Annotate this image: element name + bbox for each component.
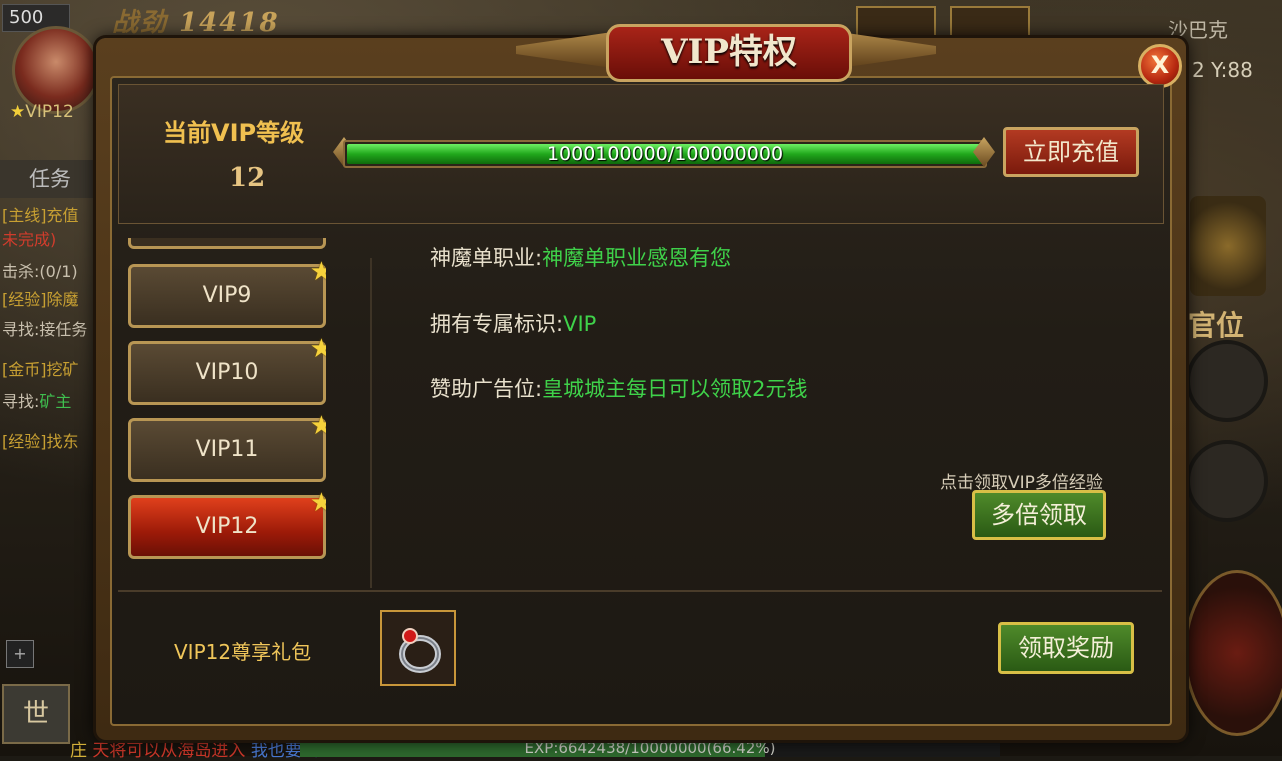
quest-line[interactable]: [经验]找东: [2, 428, 79, 452]
combat-power: 战劲 14418: [112, 2, 280, 39]
chat-text: 天将可以从海岛进入: [92, 741, 246, 761]
vip-item-label: VIP9: [202, 283, 252, 308]
shop-icon[interactable]: [1190, 196, 1266, 296]
skill-slot[interactable]: [1186, 340, 1268, 422]
quest-tag: [金币]: [2, 360, 47, 379]
attack-button[interactable]: [1184, 570, 1282, 736]
quest-text: 充值: [46, 206, 79, 225]
skill-slot[interactable]: [1186, 440, 1268, 522]
vip-item-9[interactable]: VIP9 ★: [128, 259, 326, 328]
vip-badge: ★VIP12: [10, 102, 74, 122]
quest-tag: [经验]: [2, 290, 47, 309]
world-voice-button[interactable]: 世: [2, 684, 70, 744]
quest-line: 未完成): [2, 226, 56, 250]
vip-badge-label: VIP12: [25, 102, 74, 122]
recharge-button[interactable]: 立即充值: [1003, 127, 1139, 177]
vip-progress-text: 1000100000/100000000: [546, 143, 784, 165]
vip-item-partial[interactable]: [128, 238, 326, 249]
quest-tag: 寻找:: [2, 392, 40, 411]
exp-text: EXP:6642438/10000000(66.42%): [524, 739, 776, 757]
vip-item-11[interactable]: VIP11 ★: [128, 413, 326, 482]
gift-pack-label: VIP12尊享礼包: [174, 640, 312, 664]
close-button[interactable]: X: [1138, 44, 1182, 88]
map-coordinates: 2 Y:88: [1192, 58, 1253, 82]
quest-text: 矿主: [39, 392, 72, 411]
quest-text: 挖矿: [46, 360, 79, 379]
vip-level-header: 当前VIP等级 12 1000100000/100000000 立即充值: [118, 84, 1164, 224]
current-vip-label: 当前VIP等级: [163, 119, 305, 147]
vip-level-list[interactable]: VIP9 ★ VIP10 ★ VIP11 ★ VIP12 ★: [126, 238, 326, 588]
quest-text: 找东: [46, 432, 79, 451]
section-divider: [118, 590, 1162, 592]
perk-line: 神魔单职业:神魔单职业感恩有您: [430, 242, 731, 272]
gift-item-slot[interactable]: [380, 610, 456, 686]
star-icon: ★: [309, 488, 326, 518]
perk-line: 拥有专属标识:VIP: [430, 308, 596, 338]
quest-line[interactable]: [经验]除魔: [2, 286, 79, 310]
claim-reward-button[interactable]: 领取奖励: [998, 622, 1134, 674]
perk-value: VIP: [563, 312, 597, 336]
quest-tag: [经验]: [2, 432, 47, 451]
quest-line: 击杀:(0/1): [2, 258, 78, 282]
combat-power-value: 14418: [179, 8, 280, 38]
quest-line[interactable]: [金币]挖矿: [2, 356, 79, 380]
perk-key: 拥有专属标识:: [430, 312, 564, 336]
quest-line[interactable]: 寻找:矿主: [2, 388, 71, 412]
quest-text: 除魔: [46, 290, 79, 309]
expand-chat-button[interactable]: +: [6, 640, 34, 668]
vip-item-10[interactable]: VIP10 ★: [128, 336, 326, 405]
chat-channel: 庄: [70, 741, 87, 761]
star-icon: ★: [309, 411, 326, 441]
perk-key: 赞助广告位:: [430, 377, 543, 401]
vip-item-label: VIP11: [195, 437, 259, 462]
vip-dialog: VIP特权 X 当前VIP等级 12 1000100000/100000000 …: [96, 24, 1186, 740]
quest-text: 未完成): [2, 230, 57, 249]
combat-power-label: 战劲: [112, 8, 169, 38]
quest-text: 击杀:(0/1): [2, 262, 78, 281]
vip-item-label: VIP10: [195, 360, 259, 385]
player-avatar[interactable]: [12, 26, 100, 114]
dialog-title-plate: VIP特权: [516, 24, 936, 86]
official-rank-label[interactable]: 官位: [1188, 304, 1244, 344]
perk-key: 神魔单职业:: [430, 246, 543, 270]
star-icon: ★: [10, 102, 26, 122]
vip-item-label: VIP12: [195, 514, 259, 539]
ring-icon: [399, 628, 441, 673]
vip-item-12[interactable]: VIP12 ★: [128, 490, 326, 559]
perk-value: 神魔单职业感恩有您: [542, 246, 732, 270]
star-icon: ★: [309, 334, 326, 364]
quest-line[interactable]: [主线]充值: [2, 202, 79, 226]
vip-progress-bar: 1000100000/100000000: [343, 140, 987, 168]
quest-tag: [主线]: [2, 206, 47, 225]
dialog-title: VIP特权: [606, 24, 852, 82]
perk-line: 赞助广告位:皇城城主每日可以领取2元钱: [430, 373, 807, 403]
quest-line[interactable]: 寻找:接任务: [2, 316, 87, 340]
task-tab[interactable]: 任务: [0, 160, 100, 198]
perk-value: 皇城城主每日可以领取2元钱: [542, 377, 808, 401]
quest-text: 寻找:接任务: [2, 320, 88, 339]
exp-bar: EXP:6642438/10000000(66.42%): [300, 738, 1000, 757]
column-divider: [370, 258, 372, 588]
star-icon: ★: [309, 257, 326, 287]
multi-claim-button[interactable]: 多倍领取: [972, 490, 1106, 540]
current-vip-level: 12: [229, 163, 266, 193]
